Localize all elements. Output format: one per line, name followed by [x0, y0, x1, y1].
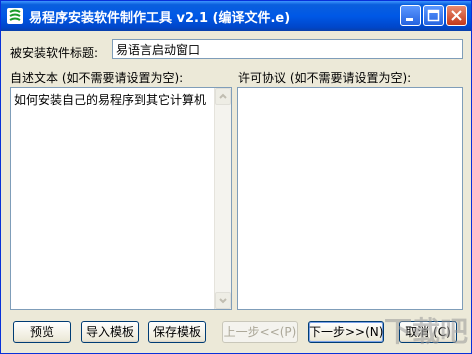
readme-label: 自述文本 (如不需要请设置为空): [10, 71, 184, 85]
app-icon [7, 8, 23, 24]
import-template-button[interactable]: 导入模板 [81, 321, 139, 343]
readme-scroll-up-button[interactable] [215, 88, 231, 105]
readme-textarea[interactable]: 如何安装自己的易程序到其它计算机 [10, 87, 232, 310]
minimize-button[interactable] [400, 5, 421, 26]
watermark-logo: 下载吧 [383, 315, 468, 348]
save-template-button[interactable]: 保存模板 [148, 321, 206, 343]
minimize-icon [406, 18, 413, 21]
readme-text: 如何安装自己的易程序到其它计算机 [14, 93, 207, 107]
software-title-value: 易语言启动窗口 [116, 43, 201, 57]
preview-button[interactable]: 预览 [13, 321, 71, 343]
close-button[interactable] [446, 5, 467, 26]
license-label: 许可协议 (如不需要请设置为空): [238, 71, 412, 85]
next-step-button[interactable]: 下一步>>(N) [308, 321, 384, 343]
installer-window: 易程序安装软件制作工具 v2.1 (编译文件.e) 被安装软件标题: 易语言启动… [0, 0, 472, 354]
close-icon [451, 10, 462, 21]
title-bar[interactable]: 易程序安装软件制作工具 v2.1 (编译文件.e) [1, 1, 471, 31]
license-textarea[interactable] [237, 87, 463, 310]
readme-scroll-down-button[interactable] [215, 292, 231, 309]
prev-step-button[interactable]: 上一步<<(P) [222, 321, 298, 343]
arrow-up-icon [219, 93, 227, 99]
window-title: 易程序安装软件制作工具 v2.1 (编译文件.e) [29, 11, 291, 26]
maximize-icon [427, 9, 440, 22]
readme-scrollbar[interactable] [214, 88, 231, 309]
arrow-down-icon [219, 298, 227, 304]
software-title-label: 被安装软件标题: [10, 46, 99, 60]
software-title-input[interactable]: 易语言启动窗口 [112, 39, 463, 59]
maximize-button[interactable] [423, 5, 444, 26]
